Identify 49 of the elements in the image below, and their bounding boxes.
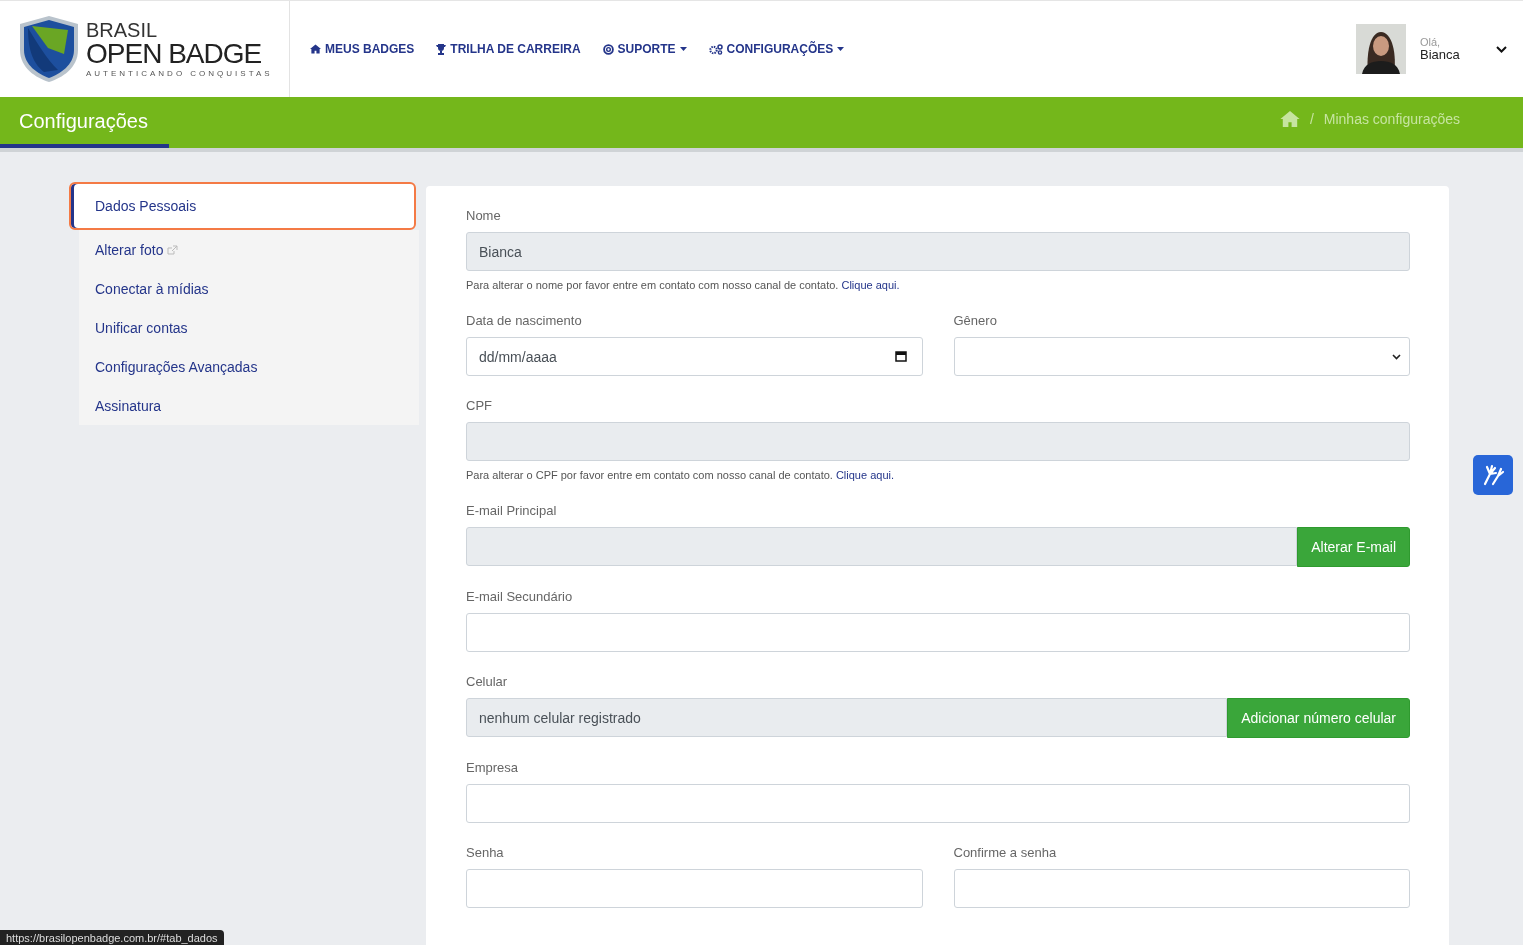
field-label: Nome — [466, 208, 502, 223]
sidebar-item[interactable]: Conectar à mídias — [79, 269, 419, 308]
greeting: Olá, — [1420, 35, 1442, 48]
sidebar-item[interactable]: Assinatura — [79, 386, 419, 425]
field-label: E-mail Secundário — [466, 589, 574, 604]
caret-icon — [837, 47, 845, 51]
gears-icon — [708, 43, 723, 55]
accessibility-button[interactable] — [1473, 455, 1513, 495]
input-field[interactable] — [466, 613, 1410, 652]
select-field[interactable] — [953, 337, 1410, 376]
field-label: Data de nascimento — [466, 313, 583, 328]
external-link-icon — [167, 244, 179, 255]
date-field[interactable]: dd/mm/aaaa — [466, 337, 923, 376]
breadcrumb-item: Minhas configurações — [1323, 111, 1460, 127]
status-url: https://brasilopenbadge.com.br/#tab_dados — [0, 930, 224, 945]
sidebar-item[interactable]: Configurações Avançadas — [79, 347, 419, 386]
home-icon[interactable] — [1279, 111, 1300, 127]
field-label: Confirme a senha — [953, 845, 1058, 860]
nav-link[interactable]: SUPORTE — [602, 42, 687, 56]
nav-link[interactable]: CONFIGURAÇÕES — [708, 42, 845, 56]
caret-icon — [679, 47, 687, 51]
sidebar-item[interactable]: Alterar foto — [79, 230, 419, 269]
input-field[interactable] — [466, 869, 923, 908]
trophy-icon — [436, 43, 447, 55]
logo-tagline: AUTENTICANDO CONQUISTAS — [86, 70, 273, 78]
breadcrumb-separator: / — [1309, 111, 1314, 127]
help-text: Para alterar o CPF por favor entre em contato com nosso canal de contato. Clique aqui. — [466, 469, 895, 481]
nav-label: SUPORTE — [617, 42, 676, 56]
field-label: Senha — [466, 845, 505, 860]
input-field[interactable] — [953, 869, 1410, 908]
help-text: Para alterar o nome por favor entre em contato com nosso canal de contato. Clique aqui. — [466, 279, 901, 291]
logo-text: OPEN BADGE — [86, 40, 263, 68]
sidebar-item[interactable]: Dados Pessoais — [69, 182, 416, 230]
chevron-down-icon — [1392, 353, 1401, 360]
input-field[interactable] — [466, 784, 1410, 823]
sidebar-item[interactable]: Unificar contas — [79, 308, 419, 347]
shield-logo — [18, 14, 80, 84]
field-label: CPF — [466, 398, 493, 413]
user-name: Bianca — [1420, 47, 1461, 63]
field-label: Celular — [466, 674, 509, 689]
calendar-icon[interactable] — [894, 350, 907, 362]
nav-label: CONFIGURAÇÕES — [726, 42, 834, 56]
page-title: Configurações — [0, 97, 169, 148]
home-icon — [310, 44, 321, 54]
chevron-down-icon[interactable] — [1496, 45, 1507, 53]
field-label: Empresa — [466, 760, 520, 775]
field-label: Gênero — [953, 313, 998, 328]
field-label: E-mail Principal — [466, 503, 558, 518]
logo-text: BRASIL — [86, 20, 159, 40]
